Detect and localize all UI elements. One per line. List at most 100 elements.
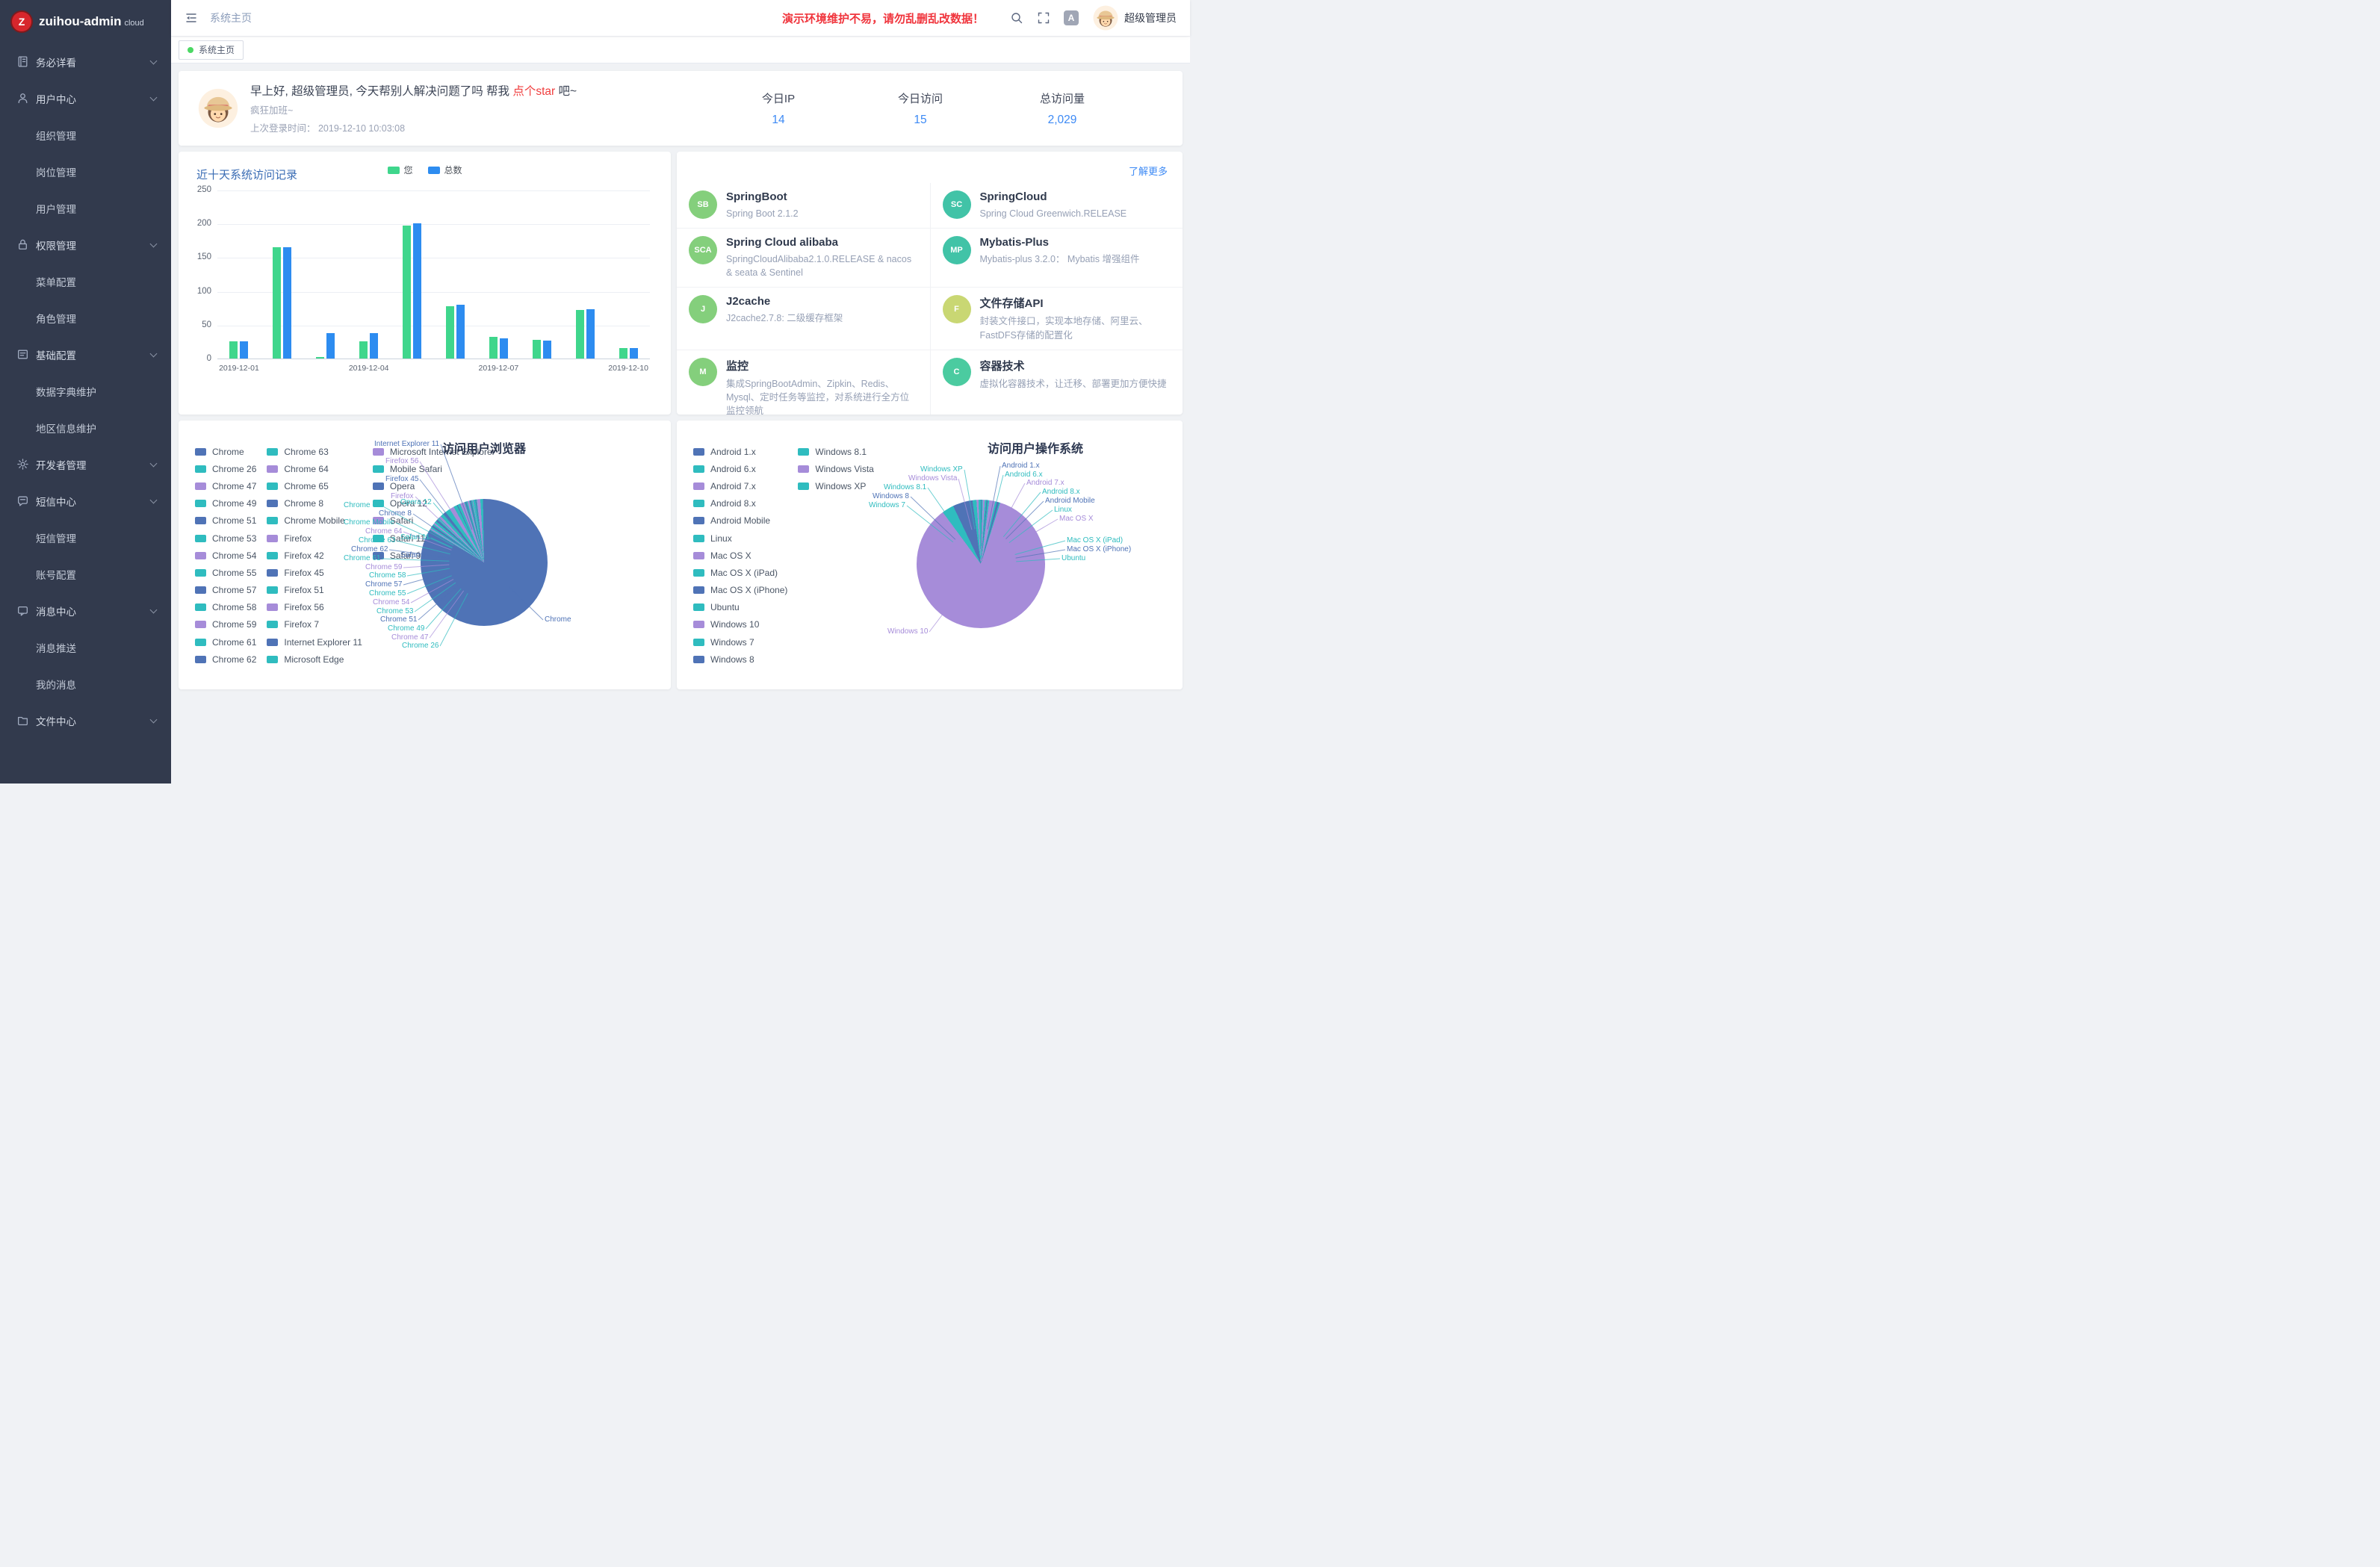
legend-item[interactable]: Chrome 55 <box>195 564 256 581</box>
legend-item[interactable]: Windows 7 <box>693 633 787 651</box>
legend-item[interactable]: Safari 9 <box>373 547 495 564</box>
legend-label: Firefox 7 <box>284 619 319 630</box>
sidebar-item-developer-manage[interactable]: 开发者管理 <box>0 446 171 482</box>
legend-item[interactable]: Firefox 45 <box>267 564 362 581</box>
bar[interactable] <box>370 333 378 359</box>
sidebar-item-menu-config[interactable]: 菜单配置 <box>0 263 171 300</box>
legend-item[interactable]: Chrome 26 <box>195 460 256 477</box>
legend-item[interactable]: Microsoft Edge <box>267 651 362 668</box>
legend-item[interactable]: Mac OS X (iPad) <box>693 564 787 581</box>
legend-item[interactable]: Mac OS X <box>693 547 787 564</box>
bar[interactable] <box>619 348 627 359</box>
bar[interactable] <box>489 337 498 359</box>
sidebar-item-user-manage[interactable]: 用户管理 <box>0 190 171 226</box>
username[interactable]: 超级管理员 <box>1124 10 1177 25</box>
legend-swatch <box>798 465 809 473</box>
tab-home[interactable]: 系统主页 <box>179 40 244 60</box>
bar[interactable] <box>446 306 454 359</box>
search-icon[interactable] <box>1010 11 1023 25</box>
bar[interactable] <box>586 309 595 359</box>
tech-desc: 集成SpringBootAdmin、Zipkin、Redis、Mysql、定时任… <box>726 377 918 415</box>
tech-item-mybatis-plus: MPMybatis-PlusMybatis-plus 3.2.0： Mybati… <box>930 229 1183 288</box>
bar[interactable] <box>456 305 465 359</box>
legend-item[interactable]: Chrome 47 <box>195 477 256 494</box>
font-size-icon[interactable]: A <box>1064 10 1079 25</box>
legend-label: Android 6.x <box>710 464 756 474</box>
legend-item[interactable]: Windows 8.1 <box>798 443 873 460</box>
legend-item[interactable]: 您 <box>387 164 412 176</box>
sidebar-item-post-manage[interactable]: 岗位管理 <box>0 153 171 190</box>
fullscreen-icon[interactable] <box>1037 11 1050 25</box>
legend-item[interactable]: Firefox <box>267 530 362 547</box>
sidebar-item-base-config[interactable]: 基础配置 <box>0 336 171 373</box>
bar[interactable] <box>316 357 324 359</box>
legend-item[interactable]: Chrome 54 <box>195 547 256 564</box>
sidebar-item-org-manage[interactable]: 组织管理 <box>0 117 171 153</box>
legend-item[interactable]: Mac OS X (iPhone) <box>693 582 787 599</box>
sidebar-item-message-center[interactable]: 消息中心 <box>0 592 171 629</box>
sidebar-item-auth-manage[interactable]: 权限管理 <box>0 226 171 263</box>
learn-more-link[interactable]: 了解更多 <box>1129 164 1168 178</box>
user-avatar[interactable] <box>1093 5 1118 31</box>
app-logo[interactable]: Z zuihou-admincloud <box>0 0 171 43</box>
sidebar-item-area-maintain[interactable]: 地区信息维护 <box>0 409 171 446</box>
legend-item[interactable]: Chrome 64 <box>267 460 362 477</box>
bar[interactable] <box>273 247 281 359</box>
legend-item[interactable]: Windows Vista <box>798 460 873 477</box>
sidebar-item-must-read[interactable]: 务必详看 <box>0 43 171 80</box>
legend-item[interactable]: Chrome 62 <box>195 651 256 668</box>
bar[interactable] <box>533 340 541 359</box>
legend-item[interactable]: Android 1.x <box>693 443 787 460</box>
legend-item[interactable]: Chrome 58 <box>195 599 256 616</box>
legend-item[interactable]: Windows XP <box>798 477 873 494</box>
bar[interactable] <box>359 341 368 359</box>
sidebar-item-dict-maintain[interactable]: 数据字典维护 <box>0 373 171 409</box>
bar[interactable] <box>543 341 551 359</box>
legend-item[interactable]: 总数 <box>428 164 462 176</box>
legend-item[interactable]: Android Mobile <box>693 512 787 530</box>
bar[interactable] <box>576 310 584 359</box>
legend-item[interactable]: Windows 10 <box>693 616 787 633</box>
legend-item[interactable]: Chrome 53 <box>195 530 256 547</box>
sidebar-item-account-config[interactable]: 账号配置 <box>0 556 171 592</box>
legend-item[interactable]: Android 7.x <box>693 477 787 494</box>
legend-item[interactable]: Linux <box>693 530 787 547</box>
legend-item[interactable]: Ubuntu <box>693 599 787 616</box>
legend-item[interactable]: Firefox 7 <box>267 616 362 633</box>
legend-item[interactable]: Chrome 63 <box>267 443 362 460</box>
legend-item[interactable]: Chrome 59 <box>195 616 256 633</box>
breadcrumb[interactable]: 系统主页 <box>210 10 252 25</box>
legend-item[interactable]: Chrome 51 <box>195 512 256 530</box>
sidebar-item-file-center[interactable]: 文件中心 <box>0 702 171 739</box>
legend-item[interactable]: Chrome 57 <box>195 582 256 599</box>
sidebar-item-role-manage[interactable]: 角色管理 <box>0 300 171 336</box>
bar[interactable] <box>240 341 248 359</box>
os-pie-chart[interactable] <box>917 500 1045 628</box>
collapse-menu-icon[interactable] <box>185 11 198 25</box>
bar[interactable] <box>326 333 335 359</box>
sidebar-item-sms-center[interactable]: 短信中心 <box>0 482 171 519</box>
legend-item[interactable]: Windows 8 <box>693 651 787 668</box>
legend-item[interactable]: Chrome <box>195 443 256 460</box>
sidebar-item-message-push[interactable]: 消息推送 <box>0 629 171 665</box>
bar[interactable] <box>283 247 291 359</box>
bar[interactable] <box>403 226 411 359</box>
sidebar-item-my-message[interactable]: 我的消息 <box>0 665 171 702</box>
legend-item[interactable]: Internet Explorer 11 <box>267 633 362 651</box>
legend-item[interactable]: Chrome 65 <box>267 477 362 494</box>
sidebar-item-sms-manage[interactable]: 短信管理 <box>0 519 171 556</box>
legend-item[interactable]: Chrome 49 <box>195 495 256 512</box>
legend-item[interactable]: Firefox 51 <box>267 582 362 599</box>
legend-item[interactable]: Android 6.x <box>693 460 787 477</box>
legend-item[interactable]: Android 8.x <box>693 495 787 512</box>
bar[interactable] <box>229 341 238 359</box>
legend-item[interactable]: Chrome 61 <box>195 633 256 651</box>
legend-item[interactable]: Firefox 56 <box>267 599 362 616</box>
bar[interactable] <box>630 348 638 359</box>
star-link[interactable]: 点个star <box>512 85 555 98</box>
main-area: 系统主页 演示环境维护不易，请勿乱删乱改数据！ A 超级管理员 系统主页 <box>171 0 1190 784</box>
bar[interactable] <box>500 338 508 359</box>
bar[interactable] <box>413 223 421 359</box>
sidebar-item-user-center[interactable]: 用户中心 <box>0 80 171 117</box>
pie-callout-label: Chrome 26 <box>402 642 438 650</box>
